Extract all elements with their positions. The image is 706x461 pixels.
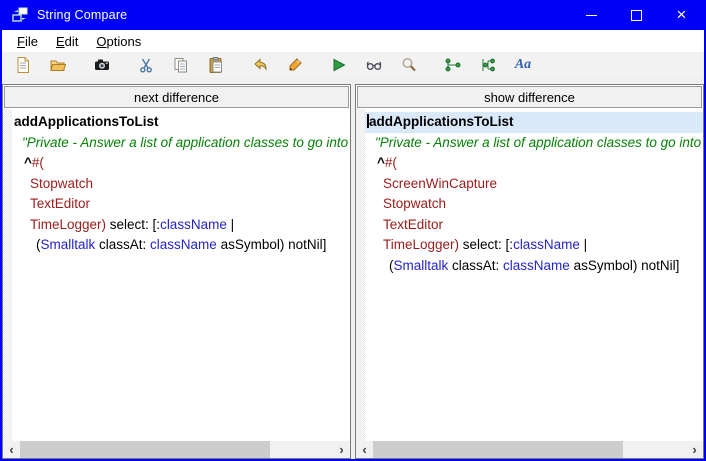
scroll-right-icon[interactable]: › bbox=[333, 441, 350, 458]
code-line[interactable]: (Smalltalk classAt: className asSymbol) … bbox=[365, 256, 703, 277]
camera-icon[interactable] bbox=[89, 54, 115, 76]
code-line[interactable]: ScreenWinCapture bbox=[365, 174, 703, 195]
code-segment: TextEditor bbox=[30, 196, 90, 211]
code-segment: | bbox=[580, 237, 587, 252]
code-segment: ScreenWinCapture bbox=[383, 176, 497, 191]
new-document-icon[interactable] bbox=[10, 54, 36, 76]
code-line[interactable]: TextEditor bbox=[12, 194, 350, 215]
toolbar: Aa bbox=[2, 52, 704, 78]
right-scroll-track[interactable] bbox=[373, 441, 686, 458]
left-scroll-thumb[interactable] bbox=[20, 441, 270, 458]
code-line[interactable]: "Private - Answer a list of application … bbox=[365, 133, 703, 154]
right-pane-body: addApplicationsToList "Private - Answer a… bbox=[356, 109, 703, 441]
paste-icon[interactable] bbox=[203, 54, 229, 76]
app-window: String Compare × File Edit Options bbox=[0, 0, 706, 461]
code-line[interactable]: (Smalltalk classAt: className asSymbol) … bbox=[12, 235, 350, 256]
code-line[interactable]: ^#( bbox=[12, 153, 350, 174]
font-icon[interactable]: Aa bbox=[510, 54, 536, 76]
code-line[interactable]: ^#( bbox=[365, 153, 703, 174]
code-line[interactable]: TimeLogger) select: [:className | bbox=[12, 215, 350, 236]
maximize-icon[interactable] bbox=[614, 0, 659, 30]
right-pane: show difference addApplicationsToList "Pr… bbox=[355, 84, 704, 459]
glasses-icon[interactable] bbox=[361, 54, 387, 76]
code-segment: asSymbol) notNil] bbox=[570, 258, 680, 273]
left-scroll-track[interactable] bbox=[20, 441, 333, 458]
code-line[interactable]: "Private - Answer a list of application … bbox=[12, 133, 350, 154]
code-segment: "Private - Answer a list of application … bbox=[22, 135, 350, 150]
code-segment: className bbox=[160, 217, 227, 232]
code-segment: #( bbox=[385, 155, 397, 170]
code-segment: #( bbox=[32, 155, 44, 170]
open-folder-icon[interactable] bbox=[45, 54, 71, 76]
code-segment: select: [: bbox=[106, 217, 160, 232]
menu-options[interactable]: Options bbox=[87, 32, 150, 51]
left-pane: next difference addApplicationsToList "Pr… bbox=[2, 84, 351, 459]
left-code-editor[interactable]: addApplicationsToList "Private - Answer a… bbox=[12, 109, 350, 441]
code-line[interactable]: addApplicationsToList bbox=[365, 112, 703, 133]
window-title: String Compare bbox=[37, 8, 127, 22]
next-difference-button[interactable]: next difference bbox=[4, 86, 349, 108]
code-segment: TextEditor bbox=[383, 217, 443, 232]
code-segment: TimeLogger) bbox=[30, 217, 106, 232]
menu-file[interactable]: File bbox=[8, 32, 47, 51]
play-icon[interactable] bbox=[326, 54, 352, 76]
scroll-left-icon[interactable]: ‹ bbox=[3, 441, 20, 458]
code-segment: ^ bbox=[377, 155, 385, 170]
undo-icon[interactable] bbox=[247, 54, 273, 76]
code-segment: Stopwatch bbox=[383, 196, 446, 211]
minimize-icon[interactable] bbox=[569, 0, 614, 30]
code-segment: Stopwatch bbox=[30, 176, 93, 191]
app-icon[interactable] bbox=[11, 7, 29, 23]
code-segment: TimeLogger) bbox=[383, 237, 459, 252]
code-segment: className bbox=[513, 237, 580, 252]
code-line[interactable]: Stopwatch bbox=[365, 194, 703, 215]
code-segment: ^ bbox=[24, 155, 32, 170]
code-segment: classAt: bbox=[448, 258, 503, 273]
code-segment: Smalltalk bbox=[41, 237, 96, 252]
cut-icon[interactable] bbox=[133, 54, 159, 76]
scroll-left-icon[interactable]: ‹ bbox=[356, 441, 373, 458]
close-icon[interactable]: × bbox=[659, 0, 704, 30]
search-icon[interactable] bbox=[396, 54, 422, 76]
code-segment: Smalltalk bbox=[394, 258, 449, 273]
code-line[interactable]: TextEditor bbox=[365, 215, 703, 236]
right-vertical-scrollbar[interactable] bbox=[356, 109, 365, 441]
code-segment: className bbox=[150, 237, 217, 252]
code-segment: | bbox=[227, 217, 234, 232]
code-segment: addApplicationsToList bbox=[14, 114, 159, 129]
code-segment: classAt: bbox=[95, 237, 150, 252]
code-line[interactable]: Stopwatch bbox=[12, 174, 350, 195]
left-vertical-scrollbar[interactable] bbox=[3, 109, 12, 441]
code-segment: asSymbol) notNil] bbox=[217, 237, 327, 252]
scroll-right-icon[interactable]: › bbox=[686, 441, 703, 458]
show-difference-button[interactable]: show difference bbox=[357, 86, 702, 108]
menu-edit[interactable]: Edit bbox=[47, 32, 87, 51]
right-horizontal-scrollbar[interactable]: ‹ › bbox=[356, 441, 703, 458]
code-line[interactable]: TimeLogger) select: [:className | bbox=[365, 235, 703, 256]
menu-bar: File Edit Options bbox=[2, 30, 704, 52]
copy-icon[interactable] bbox=[168, 54, 194, 76]
diff-split: next difference addApplicationsToList "Pr… bbox=[2, 78, 704, 459]
brush-icon[interactable] bbox=[282, 54, 308, 76]
merge-nodes-icon[interactable] bbox=[440, 54, 466, 76]
branch-nodes-icon[interactable] bbox=[475, 54, 501, 76]
code-segment: className bbox=[503, 258, 570, 273]
left-pane-body: addApplicationsToList "Private - Answer a… bbox=[3, 109, 350, 441]
code-line[interactable]: addApplicationsToList bbox=[12, 112, 350, 133]
code-segment: addApplicationsToList bbox=[369, 114, 514, 129]
code-segment: "Private - Answer a list of application … bbox=[375, 135, 703, 150]
code-segment: select: [: bbox=[459, 237, 513, 252]
left-horizontal-scrollbar[interactable]: ‹ › bbox=[3, 441, 350, 458]
right-scroll-thumb[interactable] bbox=[373, 441, 623, 458]
title-bar: String Compare × bbox=[2, 0, 704, 30]
right-code-editor[interactable]: addApplicationsToList "Private - Answer a… bbox=[365, 109, 703, 441]
